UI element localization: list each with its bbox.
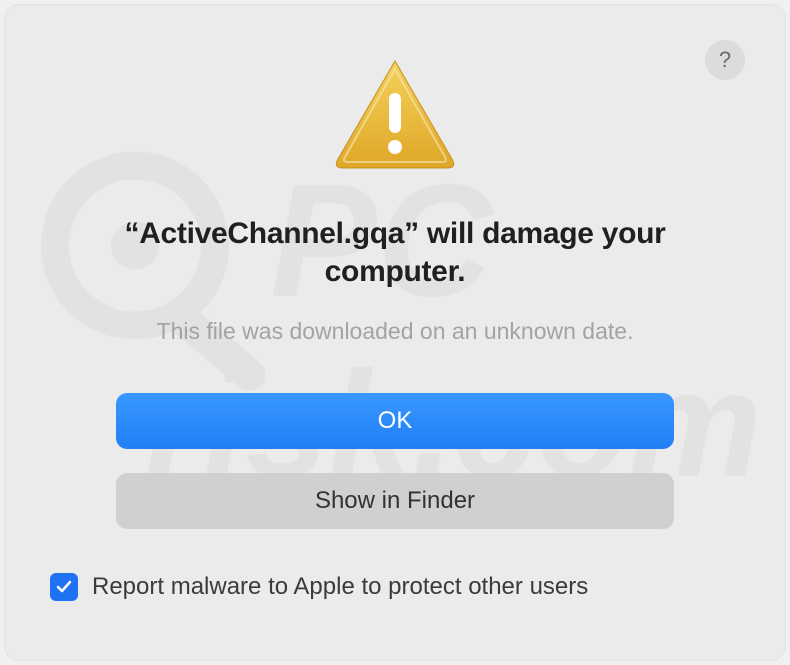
title-quote-open: “ xyxy=(124,217,139,250)
warning-icon xyxy=(330,55,460,175)
report-malware-row: Report malware to Apple to protect other… xyxy=(50,573,588,601)
ok-button[interactable]: OK xyxy=(116,393,674,449)
show-in-finder-button[interactable]: Show in Finder xyxy=(116,473,674,529)
dialog-title: “ActiveChannel.gqa” will damage your com… xyxy=(75,215,715,290)
security-alert-dialog: risk.com PC ? “ActiveChannel.gqa” will d… xyxy=(5,5,785,660)
title-filename: ActiveChannel.gqa xyxy=(139,217,404,250)
dialog-subtitle: This file was downloaded on an unknown d… xyxy=(157,318,634,345)
checkmark-icon xyxy=(55,578,73,596)
help-button[interactable]: ? xyxy=(705,40,745,80)
help-icon-label: ? xyxy=(719,47,731,73)
report-malware-label: Report malware to Apple to protect other… xyxy=(92,573,588,601)
report-malware-checkbox[interactable] xyxy=(50,573,78,601)
